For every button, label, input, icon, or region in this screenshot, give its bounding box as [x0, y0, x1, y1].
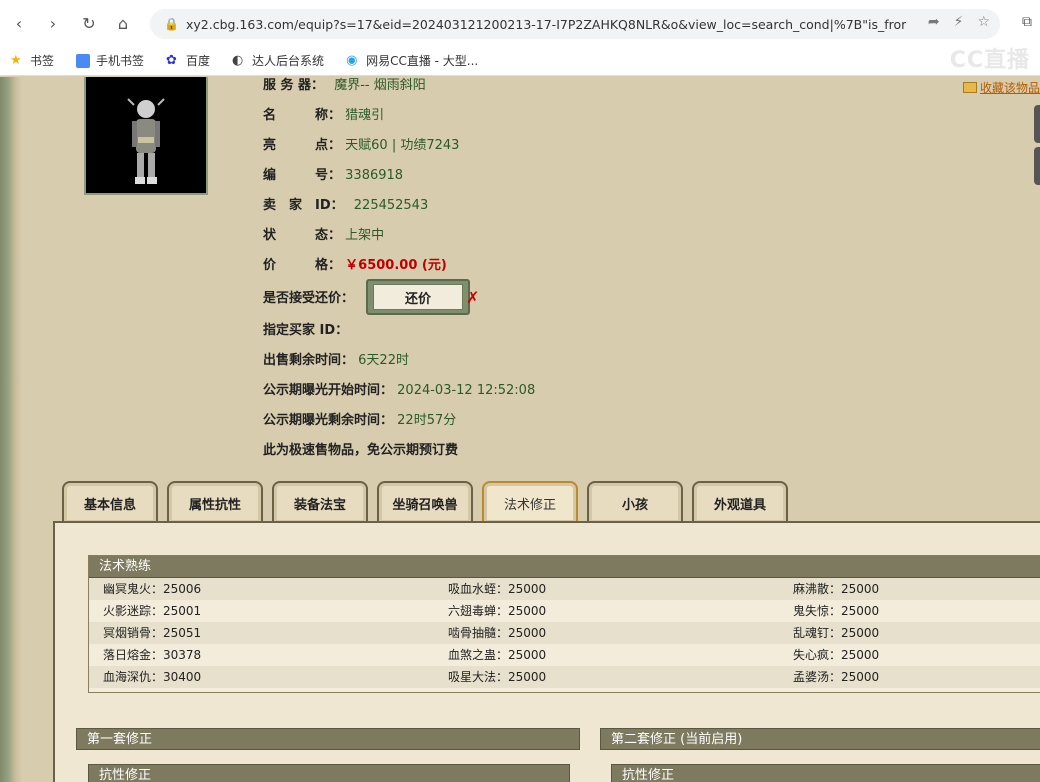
table-row: 落日熔金：30378 血煞之蛊：25000 失心疯：25000 [103, 648, 880, 662]
bookmark-item[interactable]: ◐ 达人后台系统 [232, 52, 324, 69]
tab-child[interactable]: 小孩 [587, 481, 683, 523]
section-title: 法术熟练 [89, 556, 1040, 578]
first-set-header: 第一套修正 [76, 728, 580, 750]
address-bar[interactable]: 🔒 xy2.cbg.163.com/equip?s=17&eid=2024031… [150, 9, 1000, 39]
character-avatar [84, 77, 208, 195]
info-row-number: 编 号： 3386918 [263, 168, 404, 183]
tab-equipment[interactable]: 装备法宝 [272, 481, 368, 523]
tab-panel: 法术熟练 幽冥鬼火：25006 吸血水蛭：25000 麻沸散：25000 火影迷踪：… [53, 521, 1040, 782]
bookmark-item[interactable]: ◉ 网易CC直播 - 大型... [346, 52, 478, 69]
baidu-icon: ✿ [166, 52, 177, 68]
cc-icon: ◉ [346, 52, 358, 68]
info-row-pub-remain: 公示期曝光剩余时间： 22时57分 [263, 413, 457, 428]
page-content: 收藏该物品 服 务 器： 魔界-- 烟雨斜阳 名 称： 猎魂引 亮 点： 天赋6… [0, 77, 1040, 782]
table-row: 火影迷踪：25001 六翅毒蝉：25000 鬼失惊：25000 [103, 604, 880, 618]
detail-tabs: 基本信息 属性抗性 装备法宝 坐骑召唤兽 法术修正 小孩 外观道具 [62, 481, 788, 523]
back-icon[interactable]: ‹ [6, 10, 32, 36]
watermark-logo: CC直播 [949, 48, 1030, 73]
lock-icon: 🔒 [164, 17, 179, 31]
table-row: 幽冥鬼火：25006 吸血水蛭：25000 麻沸散：25000 [89, 578, 1040, 600]
folder-icon [76, 53, 91, 68]
bookmark-star-icon[interactable]: ☆ [977, 14, 990, 30]
forward-icon[interactable]: › [40, 10, 66, 36]
table-row: 血海深仇：30400 吸星大法：25000 孟婆汤：25000 [89, 666, 1040, 688]
skill-rows: 幽冥鬼火：25006 吸血水蛭：25000 麻沸散：25000 火影迷踪：25001… [89, 578, 1040, 688]
bookmarks-bar: ★ 书签 手机书签 ✿ 百度 ◐ 达人后台系统 ◉ 网易CC直播 - 大型... [0, 46, 1040, 76]
tab-basic-info[interactable]: 基本信息 [62, 481, 158, 523]
info-row-seller: 卖 家 ID： 225452543 [263, 198, 429, 213]
tab-spell-modifier[interactable]: 法术修正 [482, 481, 578, 523]
bookmark-item[interactable]: ★ 书签 [10, 52, 54, 69]
table-row: 冥烟销骨：25051 啮骨抽髓：25000 乱魂钉：25000 [89, 622, 1040, 644]
bookmark-item[interactable]: ✿ 百度 [166, 52, 210, 69]
info-row-status: 状 态： 上架中 [263, 228, 385, 243]
page-border [0, 77, 22, 782]
tab-appearance[interactable]: 外观道具 [692, 481, 788, 523]
counter-offer-button[interactable]: 还价 [366, 279, 470, 315]
reload-icon[interactable]: ↻ [76, 10, 102, 36]
spell-proficiency-table: 法术熟练 幽冥鬼火：25006 吸血水蛭：25000 麻沸散：25000 火影迷踪：… [88, 555, 1040, 693]
info-row-name: 名 称： 猎魂引 [263, 108, 385, 123]
url-text[interactable]: xy2.cbg.163.com/equip?s=17&eid=202403121… [186, 17, 906, 32]
star-icon: ★ [10, 52, 22, 68]
info-row-price: 价 格： ￥6500.00 (元) [263, 258, 447, 273]
extension-icon[interactable]: ⧉ [1022, 14, 1032, 30]
lightning-icon[interactable]: ⚡ [954, 14, 964, 30]
info-row-buyer: 指定买家 ID： [263, 323, 349, 338]
side-float-button[interactable] [1034, 147, 1040, 185]
share-icon[interactable]: ➦ [928, 14, 940, 30]
info-row-pub-start: 公示期曝光开始时间： 2024-03-12 12:52:08 [263, 383, 536, 398]
side-float-button[interactable] [1034, 105, 1040, 143]
browser-toolbar: ‹ › ↻ ⌂ 🔒 xy2.cbg.163.com/equip?s=17&eid… [0, 0, 1040, 46]
tab-attributes[interactable]: 属性抗性 [167, 481, 263, 523]
character-figure-icon [127, 98, 165, 184]
info-row-server: 服 务 器： 魔界-- 烟雨斜阳 [263, 78, 426, 93]
info-note: 此为极速售物品，免公示期预订费 [263, 443, 459, 458]
info-row-counter: 是否接受还价： [263, 291, 355, 306]
info-row-remaining: 出售剩余时间： 6天22时 [263, 353, 409, 368]
tab-mounts-pets[interactable]: 坐骑召唤兽 [377, 481, 473, 523]
edge-icon: ◐ [232, 52, 244, 68]
second-set-header: 第二套修正 (当前启用) [600, 728, 1040, 750]
second-resist-header: 抗性修正 [611, 764, 1040, 782]
favorite-folder-icon [962, 82, 977, 93]
info-row-highlight: 亮 点： 天赋60 | 功绩7243 [263, 138, 460, 153]
bookmark-item[interactable]: 手机书签 [76, 52, 144, 69]
first-resist-header: 抗性修正 [88, 764, 570, 782]
home-icon[interactable]: ⌂ [110, 10, 136, 36]
close-icon: ✗ [466, 288, 480, 307]
favorite-link[interactable]: 收藏该物品 [962, 79, 1040, 96]
